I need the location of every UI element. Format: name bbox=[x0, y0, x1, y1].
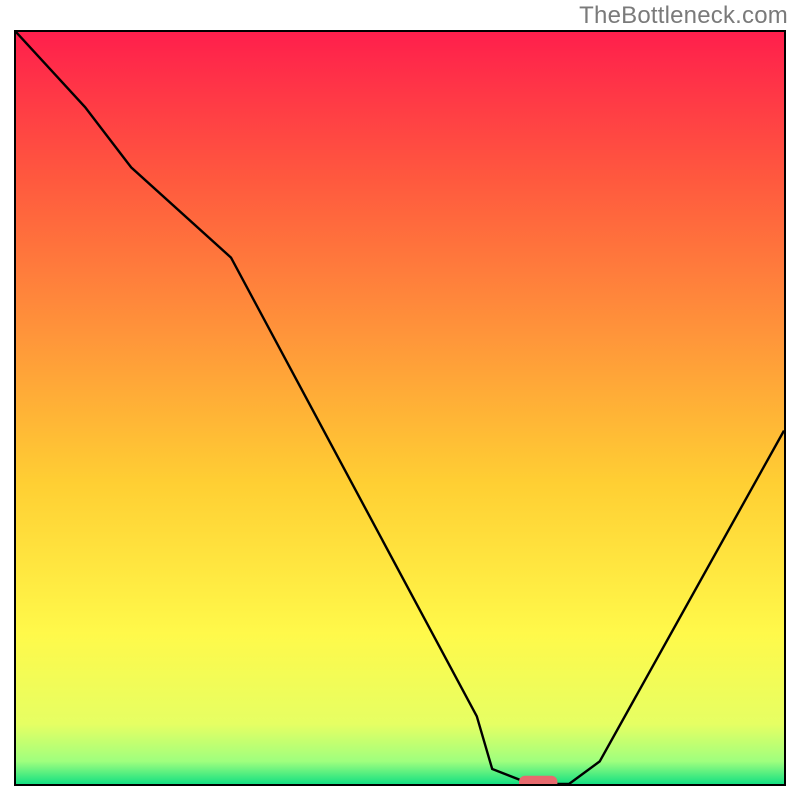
chart-svg bbox=[16, 32, 784, 784]
plot-area bbox=[16, 32, 784, 784]
indicator-pill bbox=[519, 776, 557, 784]
gradient-background bbox=[16, 32, 784, 784]
watermark-text: TheBottleneck.com bbox=[579, 2, 788, 30]
bottleneck-chart: TheBottleneck.com bbox=[0, 0, 800, 800]
plot-frame bbox=[14, 30, 786, 786]
